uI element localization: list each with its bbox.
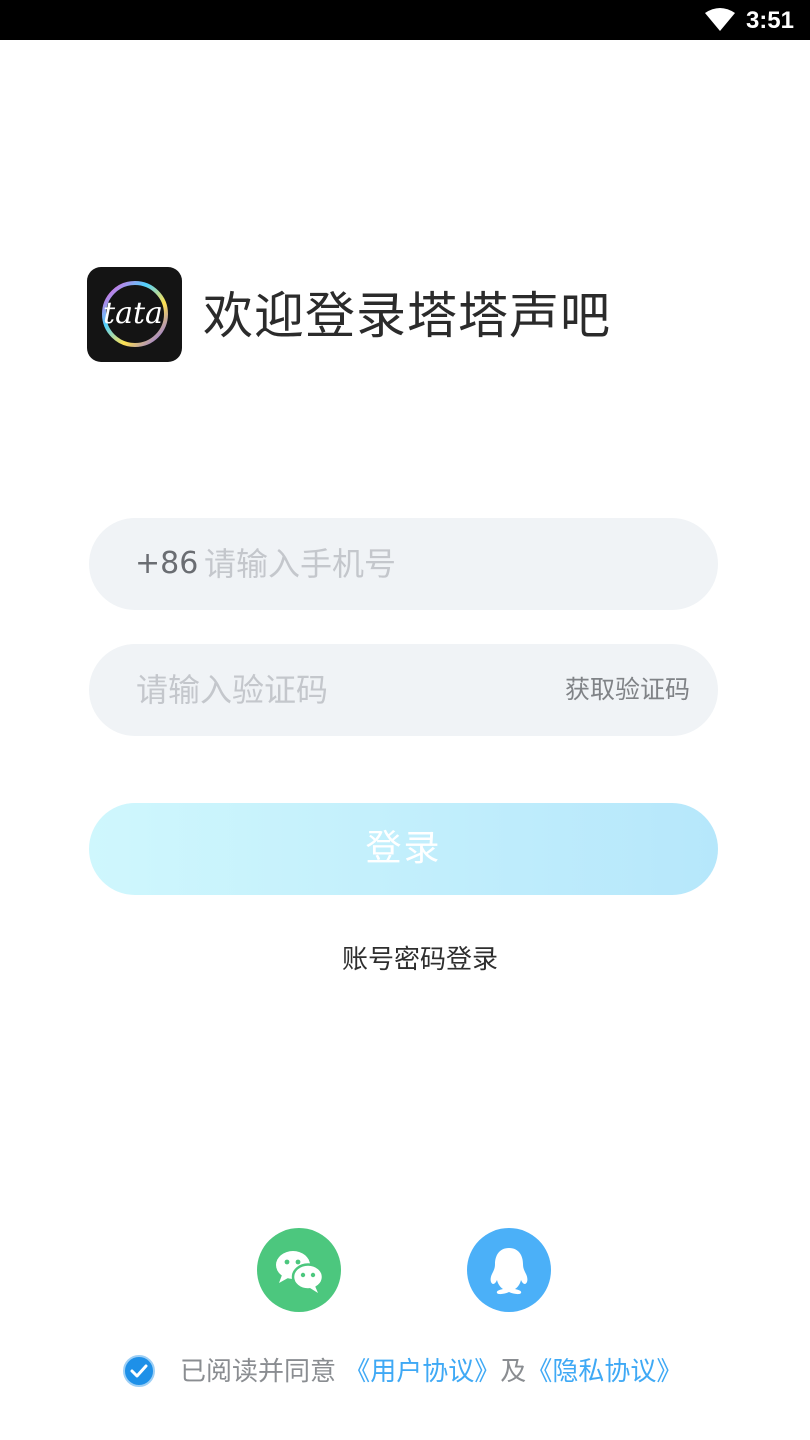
user-agreement-link[interactable]: 《用户协议》: [344, 1357, 500, 1387]
phone-field: +86: [89, 518, 718, 610]
country-code[interactable]: +86: [135, 545, 198, 583]
password-login-link[interactable]: 账号密码登录: [342, 942, 498, 978]
phone-input[interactable]: [204, 544, 684, 584]
wifi-icon: [705, 8, 735, 31]
qq-login-button[interactable]: [467, 1228, 551, 1312]
agreement-text: 已阅读并同意 《用户协议》及《隐私协议》: [180, 1354, 682, 1390]
status-time: 3:51: [745, 7, 794, 34]
wechat-icon: [276, 1251, 325, 1293]
login-screen: 3:51 tata 欢迎登录塔塔声吧 +86 获取验证码 登录 账号密码登录: [0, 0, 810, 1440]
privacy-agreement-link[interactable]: 《隐私协议》: [526, 1357, 682, 1387]
logo-text: tata: [103, 296, 163, 331]
agreement-connector: 及: [500, 1357, 527, 1387]
get-code-button[interactable]: 获取验证码: [565, 674, 690, 706]
tata-logo-icon: tata: [87, 267, 182, 362]
qq-icon: [490, 1248, 528, 1295]
login-button[interactable]: 登录: [89, 803, 718, 895]
check-icon: [130, 1364, 148, 1378]
wechat-login-button[interactable]: [257, 1228, 341, 1312]
agreement-checkbox[interactable]: [123, 1355, 155, 1387]
login-button-label: 登录: [365, 828, 442, 869]
password-login-row: 账号密码登录: [0, 942, 810, 978]
status-bar: 3:51: [0, 0, 810, 40]
welcome-title: 欢迎登录塔塔声吧: [203, 287, 611, 345]
verification-code-input[interactable]: [136, 670, 536, 710]
code-field: 获取验证码: [89, 644, 718, 736]
agreement-prefix: 已阅读并同意: [180, 1357, 337, 1387]
